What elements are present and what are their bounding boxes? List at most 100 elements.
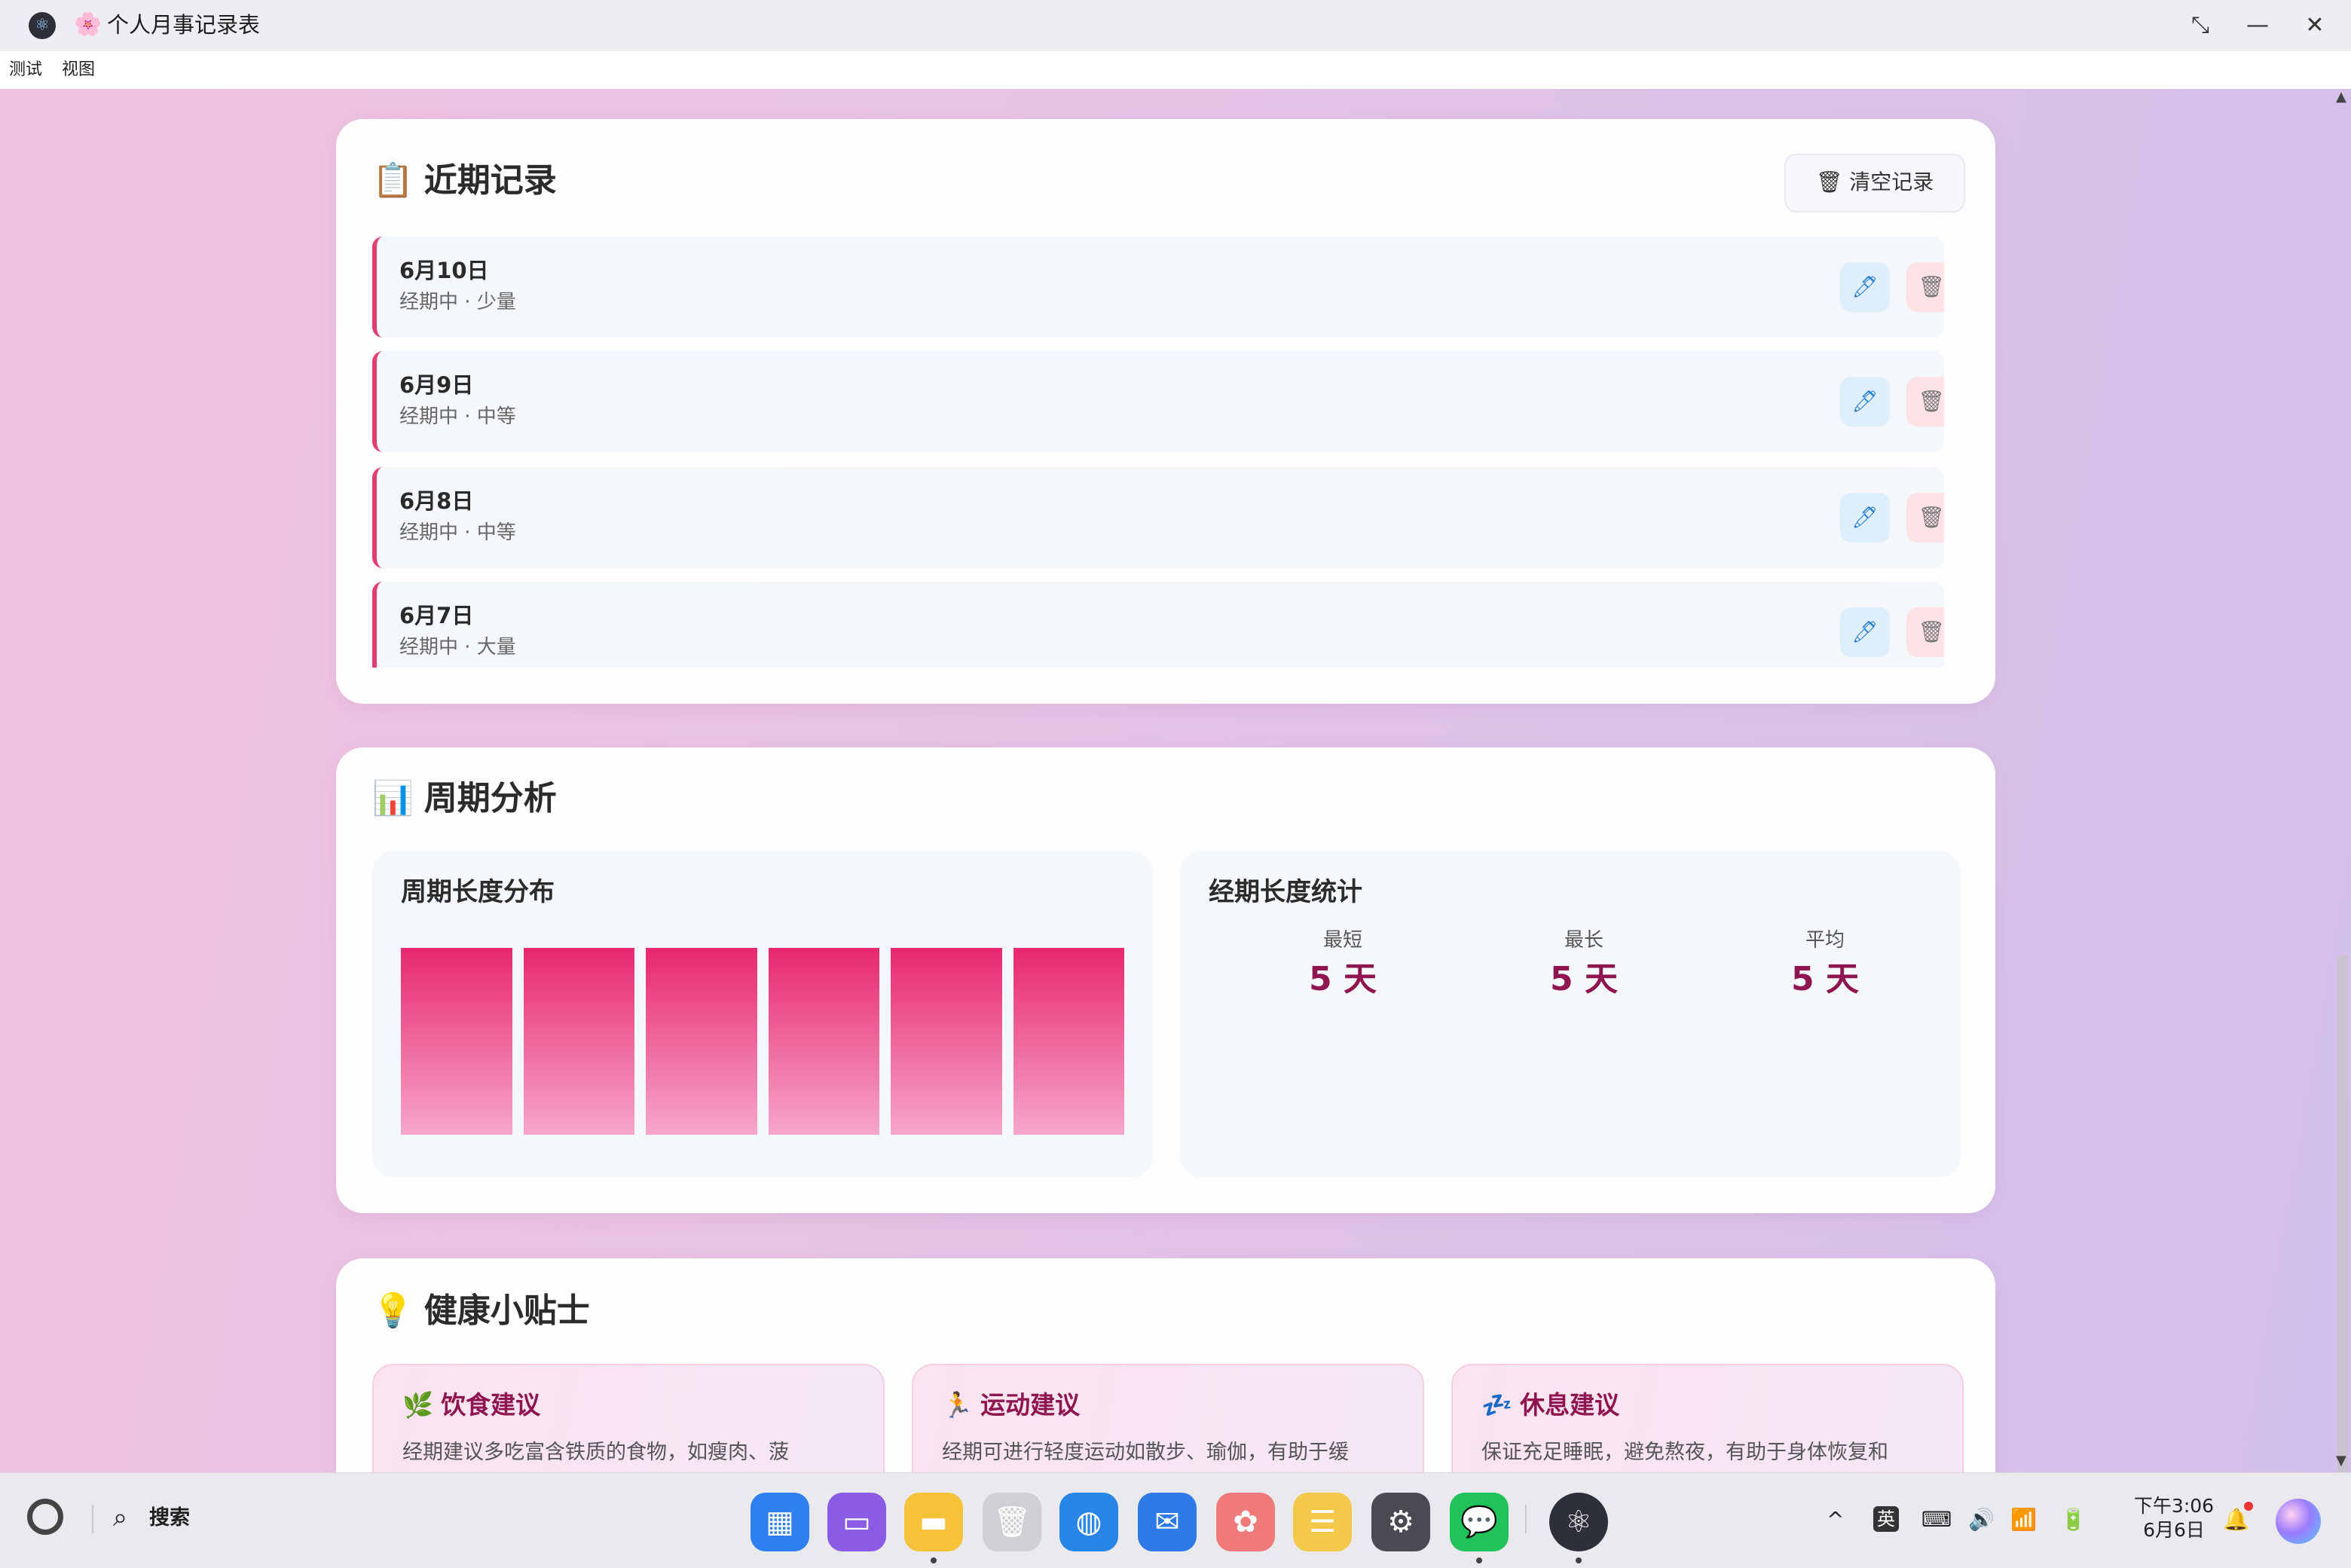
period-length-title: 经期长度统计 [1209,877,1362,907]
tip-title-text: 运动建议 [980,1390,1081,1420]
record-date: 6月8日 [399,488,474,514]
tip-text: 保证充足睡眠，避免熬夜，有助于身体恢复和 [1481,1441,1888,1464]
stat-value: 5 天 [1309,960,1377,998]
page-scrollbar[interactable]: ▲ ▼ [2331,89,2351,1472]
record-description: 经期中 · 少量 [399,291,516,313]
record-date: 6月7日 [399,603,474,628]
cycle-length-chart [401,948,1124,1135]
window-title: 个人月事记录表 [107,12,261,38]
delete-record-button[interactable]: 🗑 [1906,377,1944,426]
edit-record-button[interactable]: 🖊 [1840,493,1890,543]
assistant-orb-icon[interactable] [2276,1499,2321,1544]
record-item[interactable]: 6月10日 经期中 · 少量 🖊 🗑 [372,237,1944,338]
cycle-length-bar [768,948,879,1135]
pen-icon: 🖊 [1851,619,1879,644]
health-tips-title: 💡 健康小贴士 [372,1288,590,1334]
multitask-app-icon[interactable]: ▭ [827,1493,886,1551]
files-app-icon[interactable]: ▬ [904,1493,963,1551]
cycle-analysis-card: 📊 周期分析 周期长度分布 经期长度统计 最短 5 天 最长 5 天 平均 5 天 [336,747,1995,1213]
cycle-length-bar [401,948,512,1135]
scroll-down-icon[interactable]: ▼ [2336,1453,2346,1469]
mail-app-icon[interactable]: ✉ [1138,1493,1197,1551]
notes-app-icon[interactable]: ☰ [1293,1493,1352,1551]
minimize-button[interactable]: — [2236,8,2279,44]
edit-record-button[interactable]: 🖊 [1840,377,1890,426]
tip-exercise: 🏃 运动建议 经期可进行轻度运动如散步、瑜伽，有助于缓 [912,1364,1424,1472]
restore-button[interactable]: ⤡ [2179,8,2221,44]
period-length-panel: 经期长度统计 最短 5 天 最长 5 天 平均 5 天 [1180,851,1961,1177]
ime-indicator[interactable]: 英 [1873,1506,1899,1532]
settings-app-icon[interactable]: ⚙ [1371,1493,1430,1551]
keyboard-icon[interactable]: ⌨ [1921,1503,1952,1536]
tip-title: 💤 休息建议 [1481,1388,1619,1423]
clock-time[interactable]: 下午3:06 [2125,1494,2223,1518]
wifi-icon[interactable]: 📶 [2010,1503,2037,1536]
search-button[interactable]: 搜索 [149,1502,190,1535]
stat-value: 5 天 [1550,960,1618,998]
tip-text: 经期可进行轻度运动如散步、瑜伽，有助于缓 [942,1441,1349,1464]
page-scroll-thumb[interactable] [2337,955,2348,1472]
running-indicator [1576,1557,1582,1563]
photos-app-icon[interactable]: ✿ [1216,1493,1275,1551]
menu-view[interactable]: 视图 [62,59,95,81]
launcher-app-icon[interactable]: ▦ [751,1493,809,1551]
electron-app-icon[interactable]: ⚛ [1549,1493,1608,1551]
stat-value: 5 天 [1791,960,1859,998]
trash-icon: 🗑 [1918,505,1944,530]
tip-title-text: 饮食建议 [441,1390,541,1420]
cycle-length-bar [891,948,1002,1135]
record-item[interactable]: 6月9日 经期中 · 中等 🖊 🗑 [372,351,1944,452]
taskbar: ⌕ 搜索 ▦ ▭ ▬ 🗑 ◍ ✉ ✿ ☰ ⚙ 💬 ⚛ ^ 英 ⌨ 🔊 📶 🔋 下午3:06 6月6日… [0,1472,2351,1568]
tip-title-text: 休息建议 [1520,1390,1620,1420]
clear-records-button[interactable]: 🗑 清空记录 [1784,154,1965,212]
battery-icon[interactable]: 🔋 [2060,1503,2087,1536]
volume-icon[interactable]: 🔊 [1968,1503,1995,1536]
flower-icon: 🌸 [74,11,102,38]
delete-record-button[interactable]: 🗑 [1906,607,1944,657]
record-description: 经期中 · 中等 [399,521,516,544]
cycle-analysis-title-text: 周期分析 [423,779,557,818]
tip-text: 经期建议多吃富含铁质的食物，如瘦肉、菠 [402,1441,789,1464]
pen-icon: 🖊 [1851,274,1879,299]
recent-records-title: 📋 近期记录 [372,158,557,203]
browser-app-icon[interactable]: ◍ [1059,1493,1118,1551]
health-tips-card: 💡 健康小贴士 🌿 饮食建议 经期建议多吃富含铁质的食物，如瘦肉、菠 🏃 运动建议 经… [336,1258,1995,1472]
cycle-analysis-title: 📊 周期分析 [372,776,557,821]
delete-record-button[interactable]: 🗑 [1906,493,1944,543]
running-indicator [931,1557,937,1563]
tip-title: 🏃 运动建议 [942,1388,1080,1423]
record-description: 经期中 · 中等 [399,405,516,428]
scroll-up-icon[interactable]: ▲ [2336,89,2346,105]
running-indicator [1476,1557,1482,1563]
close-button[interactable]: ✕ [2294,8,2336,44]
record-item[interactable]: 6月8日 经期中 · 中等 🖊 🗑 [372,467,1944,568]
records-list[interactable]: 6月10日 经期中 · 少量 🖊 🗑 6月9日 经期中 · 中等 🖊 🗑 6月8… [372,237,1944,668]
wechat-app-icon[interactable]: 💬 [1450,1493,1509,1551]
trash-icon: 🗑 [1918,389,1944,414]
app-content: 📋 近期记录 🗑 清空记录 6月10日 经期中 · 少量 🖊 🗑 6月9日 经期中… [0,89,2351,1472]
delete-record-button[interactable]: 🗑 [1906,262,1944,312]
record-description: 经期中 · 大量 [399,636,516,659]
health-tips-title-text: 健康小贴士 [423,1291,590,1330]
clear-records-label: 清空记录 [1849,170,1934,194]
clock-date[interactable]: 6月6日 [2125,1518,2223,1542]
trash-app-icon[interactable]: 🗑 [983,1493,1041,1551]
edit-record-button[interactable]: 🖊 [1840,262,1890,312]
record-date: 6月9日 [399,372,474,398]
record-item[interactable]: 6月7日 经期中 · 大量 🖊 🗑 [372,582,1944,668]
electron-app-icon: ⚛ [29,12,56,39]
pen-icon: 🖊 [1851,389,1879,414]
edit-record-button[interactable]: 🖊 [1840,607,1890,657]
menu-test[interactable]: 测试 [9,59,42,81]
start-button[interactable] [27,1499,63,1535]
notification-dot [2244,1502,2253,1511]
menu-bar: 测试 视图 [0,51,2351,90]
pen-icon: 🖊 [1851,505,1879,530]
running-icon: 🏃 [942,1390,974,1420]
tip-rest: 💤 休息建议 保证充足睡眠，避免熬夜，有助于身体恢复和 [1451,1364,1964,1472]
tray-chevron-icon[interactable]: ^ [1827,1503,1844,1536]
title-bar: ⚛ 🌸 个人月事记录表 ⤡ — ✕ [0,0,2351,51]
stat-average: 平均 5 天 [1735,927,1915,1002]
search-icon[interactable]: ⌕ [113,1499,127,1536]
tip-diet: 🌿 饮食建议 经期建议多吃富含铁质的食物，如瘦肉、菠 [372,1364,885,1472]
